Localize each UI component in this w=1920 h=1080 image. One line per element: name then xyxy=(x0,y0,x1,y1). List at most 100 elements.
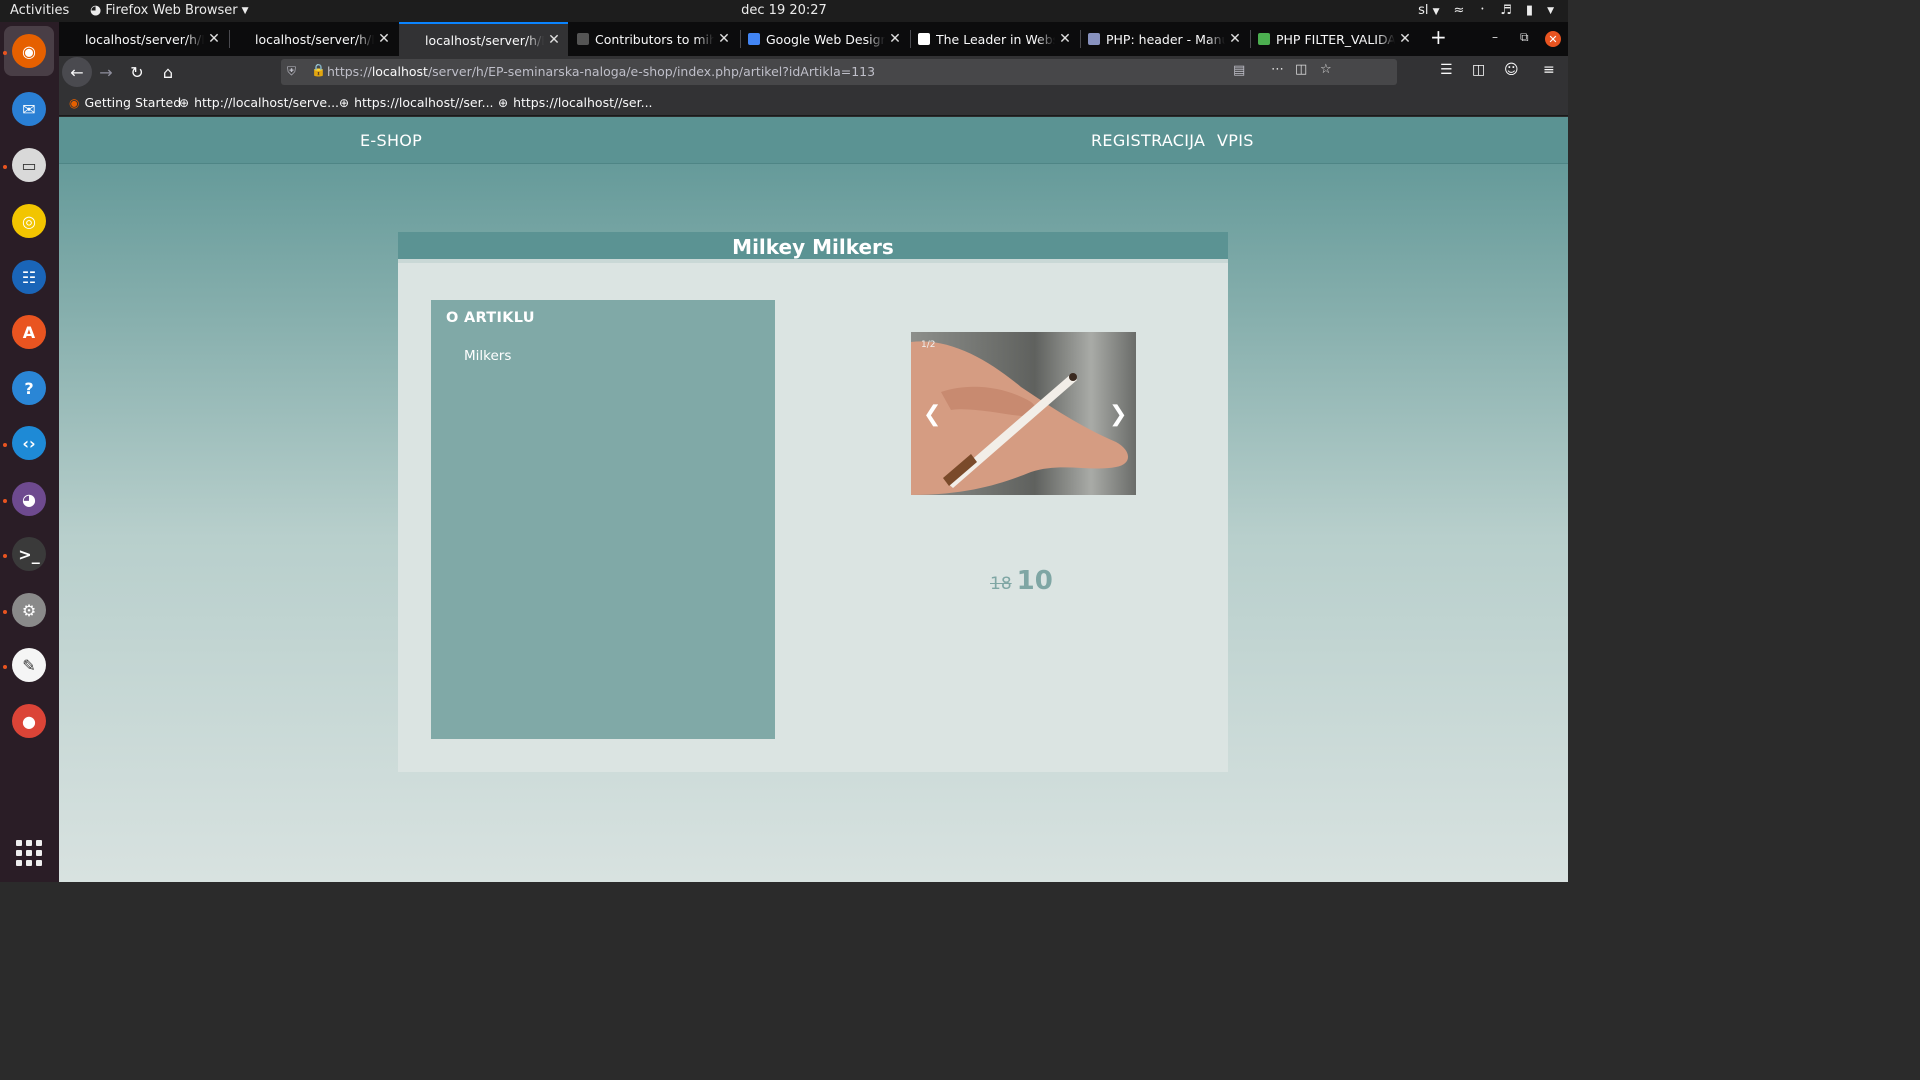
grid-dot xyxy=(16,840,22,846)
dock-github-desktop[interactable]: ◕ xyxy=(9,479,49,519)
tab-title: Google Web Designe xyxy=(766,31,885,47)
reload-icon[interactable]: ↻ xyxy=(126,61,148,83)
lock-icon[interactable]: 🔒 xyxy=(311,63,326,77)
app-menu[interactable]: ◕ Firefox Web Browser ▼ xyxy=(90,3,249,18)
next-slide-icon[interactable]: ❯ xyxy=(1109,402,1127,427)
tab-title: The Leader in Websit xyxy=(936,31,1055,47)
back-arrow-icon[interactable]: ← xyxy=(62,57,92,87)
clock[interactable]: dec 19 20:27 xyxy=(741,3,827,18)
tab-separator xyxy=(229,30,230,48)
dock-vscode[interactable]: ‹› xyxy=(9,423,49,463)
bookmark-item[interactable]: ⊕ http://localhost/serve... xyxy=(179,95,339,110)
close-tab-icon[interactable]: ✕ xyxy=(714,31,734,47)
volume-icon[interactable]: ♬ xyxy=(1500,3,1512,18)
bookmark-item[interactable]: ◉ Getting Started xyxy=(69,95,181,110)
activities-button[interactable]: Activities xyxy=(10,3,69,18)
sidebar-icon[interactable]: ◫ xyxy=(1472,62,1485,78)
product-photo xyxy=(911,332,1136,495)
dock-help[interactable]: ? xyxy=(9,368,49,408)
dock-text-editor[interactable]: ✎ xyxy=(9,645,49,685)
browser-tab[interactable]: localhost/server/h/EP-se✕ xyxy=(399,22,568,56)
dock-libreoffice-writer[interactable]: ☷ xyxy=(9,257,49,297)
close-tab-icon[interactable]: ✕ xyxy=(1225,31,1245,47)
url-text[interactable]: https://localhost/server/h/EP-seminarska… xyxy=(327,64,875,79)
home-icon[interactable]: ⌂ xyxy=(157,61,179,83)
close-tab-icon[interactable]: ✕ xyxy=(374,31,394,47)
page-actions-icon[interactable]: ⋯ xyxy=(1271,62,1284,77)
restore-icon[interactable]: ⧉ xyxy=(1520,30,1529,45)
product-title-bar: Milkey Milkers xyxy=(398,232,1228,263)
dock-firefox[interactable]: ◉ xyxy=(4,26,54,76)
browser-tab[interactable]: localhost/server/h/EP-se✕ xyxy=(59,22,228,56)
battery-icon[interactable]: ▮ xyxy=(1526,3,1533,18)
close-tab-icon[interactable]: ✕ xyxy=(204,31,224,47)
dock-terminal[interactable]: >_ xyxy=(9,534,49,574)
bookmark-item[interactable]: ⊕ https://localhost//ser... xyxy=(339,95,494,110)
close-tab-icon[interactable]: ✕ xyxy=(1395,31,1415,47)
help-icon: ? xyxy=(12,371,46,405)
text-editor-icon: ✎ xyxy=(12,648,46,682)
url-bar[interactable]: ⛨ 🔒 https://localhost/server/h/EP-semina… xyxy=(281,59,1397,85)
bookmark-star-icon[interactable]: ☆ xyxy=(1320,62,1332,77)
running-indicator xyxy=(3,51,7,55)
url-path: /server/h/EP-seminarska-naloga/e-shop/in… xyxy=(427,64,876,79)
login-link[interactable]: VPIS xyxy=(1217,131,1254,150)
bookmark-label: Getting Started xyxy=(84,95,182,110)
keyboard-layout-indicator[interactable]: sl ▼ xyxy=(1418,3,1439,18)
grid-dot xyxy=(26,860,32,866)
browser-tab[interactable]: PHP FILTER_VALIDAT ✕ xyxy=(1250,22,1419,56)
hamburger-menu-icon[interactable]: ≡ xyxy=(1543,62,1555,78)
close-tab-icon[interactable]: ✕ xyxy=(1055,31,1075,47)
close-tab-icon[interactable]: ✕ xyxy=(885,31,905,47)
new-tab-icon[interactable]: + xyxy=(1430,25,1447,49)
favicon-icon xyxy=(1258,33,1270,45)
dock-settings[interactable]: ⚙ xyxy=(9,590,49,630)
register-link[interactable]: REGISTRACIJA xyxy=(1091,131,1205,150)
slide-counter: 1/2 xyxy=(921,340,936,350)
dock-chrome[interactable]: ● xyxy=(9,701,49,741)
running-indicator xyxy=(3,499,7,503)
forward-arrow-icon[interactable]: → xyxy=(95,61,117,83)
new-price: 10 xyxy=(1016,566,1053,596)
grid-dot xyxy=(16,860,22,866)
account-icon[interactable]: ☺ xyxy=(1504,62,1519,78)
library-icon[interactable]: ☰ xyxy=(1440,62,1453,78)
browser-tab[interactable]: Contributors to miha ✕ xyxy=(569,22,738,56)
show-applications-icon[interactable] xyxy=(16,840,42,866)
old-price: 18 xyxy=(990,574,1012,594)
browser-tab[interactable]: localhost/server/h/EP-se✕ xyxy=(229,22,398,56)
image-slider: 1/2 ❮ ❯ xyxy=(911,332,1136,495)
dock-rhythmbox[interactable]: ◎ xyxy=(9,201,49,241)
dock-thunderbird[interactable]: ✉ xyxy=(9,89,49,129)
close-tab-icon[interactable]: ✕ xyxy=(544,32,564,48)
tab-title: Contributors to miha xyxy=(595,31,714,47)
running-indicator xyxy=(3,443,7,447)
bookmark-item[interactable]: ⊕ https://localhost//ser... xyxy=(498,95,653,110)
settings-icon: ⚙ xyxy=(12,593,46,627)
brand-link[interactable]: E-SHOP xyxy=(360,131,422,150)
grid-dot xyxy=(26,850,32,856)
browser-tab[interactable]: Google Web Designe ✕ xyxy=(740,22,909,56)
previous-slide-icon[interactable]: ❮ xyxy=(923,402,941,427)
dock-software[interactable]: A xyxy=(9,312,49,352)
product-description: Milkers xyxy=(464,348,512,364)
browser-tab[interactable]: PHP: header - Manual✕ xyxy=(1080,22,1249,56)
bluetooth-icon[interactable]: ᛫ xyxy=(1478,3,1486,18)
close-window-icon[interactable]: ✕ xyxy=(1545,31,1561,47)
pocket-icon[interactable]: ◫ xyxy=(1295,62,1307,77)
wifi-icon[interactable]: ≈ xyxy=(1454,3,1465,18)
about-heading: O ARTIKLU xyxy=(446,310,535,326)
firefox-icon: ◉ xyxy=(12,34,46,68)
url-scheme: https:// xyxy=(327,64,372,79)
favicon-icon xyxy=(237,33,249,45)
tab-strip: localhost/server/h/EP-se✕localhost/serve… xyxy=(59,22,1568,56)
minimize-icon[interactable]: – xyxy=(1492,30,1498,44)
browser-tab[interactable]: The Leader in Websit ✕ xyxy=(910,22,1079,56)
system-menu-chevron-icon[interactable]: ▼ xyxy=(1547,6,1554,16)
bookmark-label: https://localhost//ser... xyxy=(513,95,653,110)
tab-title: localhost/server/h/EP-se xyxy=(425,32,544,48)
favicon-icon xyxy=(748,33,760,45)
reader-view-icon[interactable]: ▤ xyxy=(1233,63,1245,78)
dock-files[interactable]: ▭ xyxy=(9,145,49,185)
tracking-protection-shield-icon[interactable]: ⛨ xyxy=(287,64,296,79)
